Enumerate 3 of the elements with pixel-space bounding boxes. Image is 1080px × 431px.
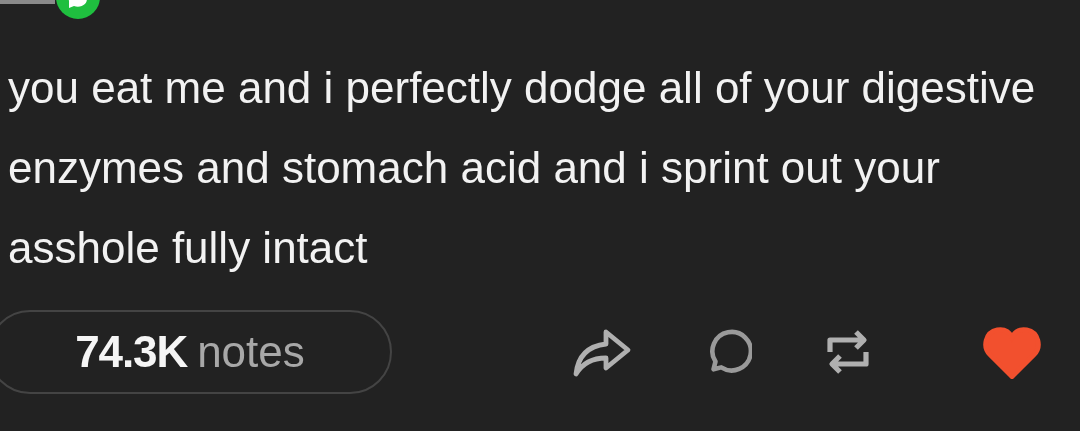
post-text: you eat me and i perfectly dodge all of your digestive enzymes and stomach acid and i sprint out your asshole fully intact [8, 62, 1037, 274]
notes-button[interactable]: 74.3K notes [0, 310, 392, 394]
heart-icon[interactable] [982, 325, 1042, 379]
